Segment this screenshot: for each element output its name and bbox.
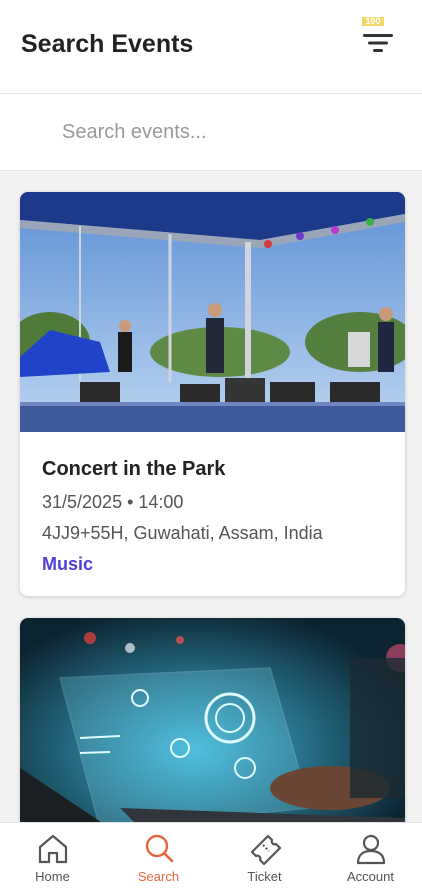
event-card[interactable]: Concert in the Park 31/5/2025 • 14:00 4J… xyxy=(20,192,405,596)
home-icon xyxy=(38,834,68,864)
nav-label-home: Home xyxy=(35,869,70,884)
ticket-icon xyxy=(250,834,282,866)
event-image-concert xyxy=(20,192,405,432)
nav-label-account: Account xyxy=(347,869,394,884)
search-bar xyxy=(0,94,422,238)
event-date-time: 31/5/2025 • 14:00 xyxy=(42,492,184,512)
nav-item-search[interactable]: Search xyxy=(106,823,211,888)
nav-item-account[interactable]: Account xyxy=(318,823,422,888)
event-title: Concert in the Park xyxy=(42,458,226,480)
bottom-nav: Home Search Ticket Account xyxy=(0,822,422,888)
search-input[interactable] xyxy=(62,112,392,152)
nav-label-search: Search xyxy=(137,869,180,884)
filter-lines-icon xyxy=(363,34,393,52)
event-details: Concert in the Park 31/5/2025 • 14:00 4J… xyxy=(42,458,392,578)
filter-badge: 100 xyxy=(362,17,384,26)
event-location: 4JJ9+55H, Guwahati, Assam, India xyxy=(42,523,323,543)
event-category: Music xyxy=(42,554,94,574)
nav-item-ticket[interactable]: Ticket xyxy=(212,823,317,888)
nav-item-home[interactable]: Home xyxy=(0,823,105,888)
nav-label-ticket: Ticket xyxy=(247,869,282,884)
filter-button[interactable]: 100 xyxy=(358,14,398,58)
app-header: Search Events 100 xyxy=(0,0,422,94)
search-icon xyxy=(145,834,174,863)
page-title: Search Events xyxy=(21,30,194,58)
account-icon xyxy=(356,834,386,865)
